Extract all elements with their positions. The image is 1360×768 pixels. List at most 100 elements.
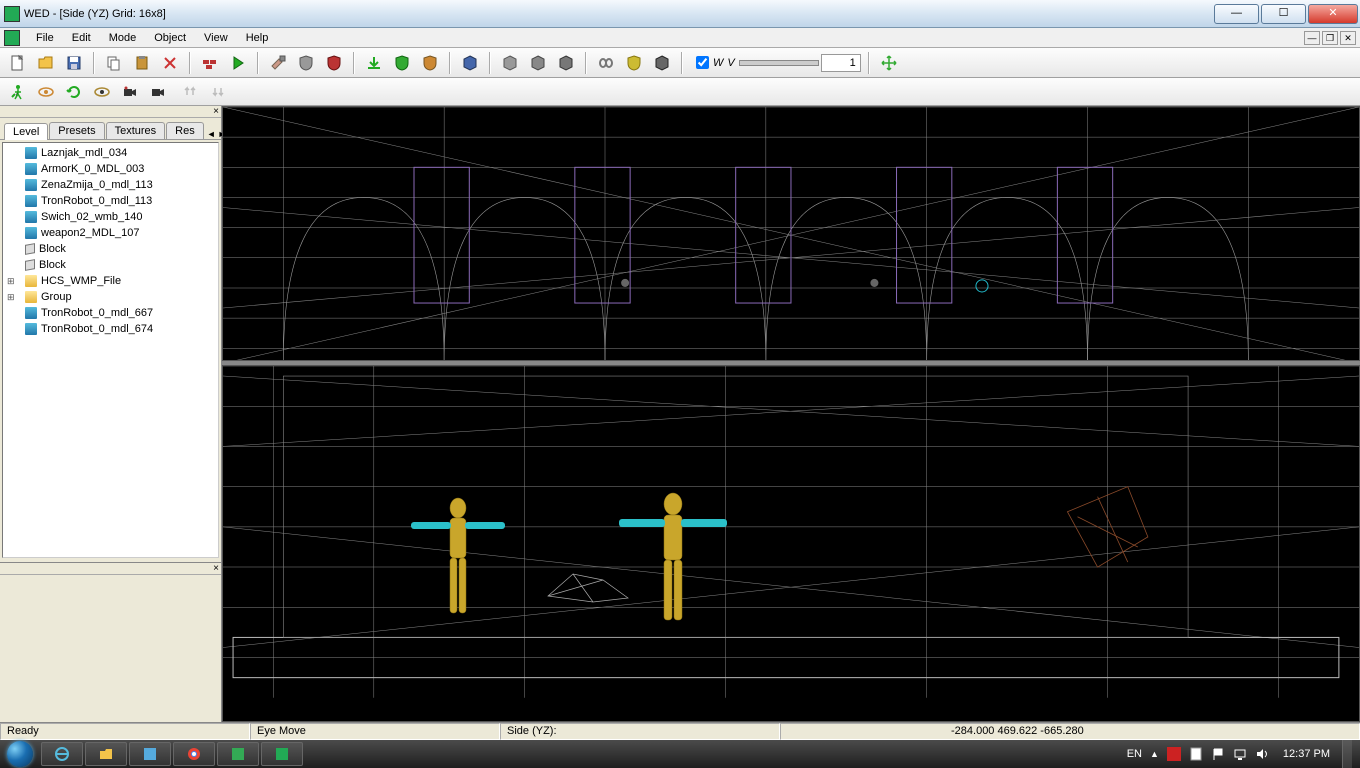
menu-view[interactable]: View: [196, 30, 236, 46]
shield-green-icon[interactable]: [390, 51, 414, 75]
wv-value[interactable]: 1: [821, 54, 861, 72]
mdl-icon: [25, 227, 37, 239]
minimize-button[interactable]: —: [1214, 4, 1259, 24]
hex-dark-icon[interactable]: [650, 51, 674, 75]
import-button[interactable]: [362, 51, 386, 75]
task-app2[interactable]: [217, 742, 259, 766]
wv-checkbox[interactable]: [696, 56, 709, 69]
camera1-icon[interactable]: [118, 80, 142, 104]
tree-item-label: TronRobot_0_mdl_674: [41, 323, 153, 335]
show-desktop-button[interactable]: [1342, 740, 1352, 768]
tree-item-9[interactable]: Group: [5, 289, 216, 305]
tree-item-1[interactable]: ArmorK_0_MDL_003: [5, 161, 216, 177]
task-app1[interactable]: [129, 742, 171, 766]
tree-item-8[interactable]: HCS_WMP_File: [5, 273, 216, 289]
shield-red-icon[interactable]: [322, 51, 346, 75]
humanoid-2: [613, 491, 733, 631]
new-button[interactable]: [6, 51, 30, 75]
mdl-icon: [25, 195, 37, 207]
panel-close-buttonon[interactable]: ×: [0, 106, 221, 118]
tab-textures[interactable]: Textures: [106, 122, 166, 139]
shield-orange-icon[interactable]: [418, 51, 442, 75]
tray-up-icon[interactable]: ▲: [1150, 749, 1159, 759]
build-button[interactable]: [198, 51, 222, 75]
tree-item-label: weapon2_MDL_107: [41, 227, 139, 239]
tree-item-3[interactable]: TronRobot_0_mdl_113: [5, 193, 216, 209]
tree-item-7[interactable]: Block: [5, 257, 216, 273]
arrows-down-icon[interactable]: [206, 80, 230, 104]
hex-gray3-icon[interactable]: [554, 51, 578, 75]
tray-network-icon[interactable]: [1233, 747, 1247, 761]
tree-item-label: ZenaZmija_0_mdl_113: [41, 179, 153, 191]
app-icon: [4, 6, 20, 22]
save-button[interactable]: [62, 51, 86, 75]
tray-lang[interactable]: EN: [1127, 748, 1142, 760]
menu-object[interactable]: Object: [146, 30, 194, 46]
mdi-close-button[interactable]: ✕: [1340, 31, 1356, 45]
wv-slider[interactable]: [739, 60, 819, 66]
tray-flag-icon[interactable]: [1211, 747, 1225, 761]
viewport-bottom[interactable]: [222, 365, 1360, 722]
open-button[interactable]: [34, 51, 58, 75]
tab-res[interactable]: Res: [166, 122, 204, 139]
camera2-icon[interactable]: [146, 80, 170, 104]
task-wed[interactable]: [261, 742, 303, 766]
hammer-icon[interactable]: [266, 51, 290, 75]
tray-action-icon[interactable]: [1189, 747, 1203, 761]
close-button[interactable]: ✕: [1308, 4, 1358, 24]
menu-bar: File Edit Mode Object View Help — ❐ ✕: [0, 28, 1360, 48]
paste-button[interactable]: [130, 51, 154, 75]
menu-edit[interactable]: Edit: [64, 30, 99, 46]
link-icon[interactable]: [594, 51, 618, 75]
hex-gray2-icon[interactable]: [526, 51, 550, 75]
delete-button[interactable]: [158, 51, 182, 75]
tree-item-2[interactable]: ZenaZmija_0_mdl_113: [5, 177, 216, 193]
hex-gray1-icon[interactable]: [498, 51, 522, 75]
maximize-button[interactable]: ☐: [1261, 4, 1306, 24]
start-button[interactable]: [0, 740, 40, 768]
tray-clock[interactable]: 12:37 PM: [1283, 748, 1330, 760]
folder-icon: [25, 275, 37, 287]
mdl-icon: [25, 163, 37, 175]
tree-item-label: ArmorK_0_MDL_003: [41, 163, 144, 175]
tab-scroll-left[interactable]: ◄: [207, 129, 216, 139]
eye2-icon[interactable]: [90, 80, 114, 104]
hex-blue-icon[interactable]: [458, 51, 482, 75]
tree-item-label: Block: [39, 259, 66, 271]
menu-help[interactable]: Help: [238, 30, 277, 46]
tab-level[interactable]: Level: [4, 123, 48, 140]
task-ie[interactable]: [41, 742, 83, 766]
copy-button[interactable]: [102, 51, 126, 75]
tree-item-label: Group: [41, 291, 72, 303]
tree-item-5[interactable]: weapon2_MDL_107: [5, 225, 216, 241]
tree-item-11[interactable]: TronRobot_0_mdl_674: [5, 321, 216, 337]
tray-volume-icon[interactable]: [1255, 747, 1269, 761]
tab-presets[interactable]: Presets: [49, 122, 104, 139]
toolbar-secondary: [0, 78, 1360, 106]
w-label: W: [713, 57, 723, 69]
task-chrome[interactable]: [173, 742, 215, 766]
tree-item-4[interactable]: Swich_02_wmb_140: [5, 209, 216, 225]
mdl-icon: [25, 179, 37, 191]
arrows-up-icon[interactable]: [178, 80, 202, 104]
task-explorer[interactable]: [85, 742, 127, 766]
tree-item-0[interactable]: Laznjak_mdl_034: [5, 145, 216, 161]
run-button[interactable]: [226, 51, 250, 75]
shield-yellow-icon[interactable]: [622, 51, 646, 75]
panel2-close-button[interactable]: ×: [0, 563, 221, 575]
mdi-minimize-button[interactable]: —: [1304, 31, 1320, 45]
viewport-top[interactable]: [222, 106, 1360, 361]
menu-file[interactable]: File: [28, 30, 62, 46]
tree-item-10[interactable]: TronRobot_0_mdl_667: [5, 305, 216, 321]
rotate-icon[interactable]: [62, 80, 86, 104]
tray-ati-icon[interactable]: [1167, 747, 1181, 761]
tree-item-label: Block: [39, 243, 66, 255]
shield-gray-icon[interactable]: [294, 51, 318, 75]
object-tree[interactable]: Laznjak_mdl_034 ArmorK_0_MDL_003 ZenaZmija…: [2, 142, 219, 558]
walk-icon[interactable]: [6, 80, 30, 104]
menu-mode[interactable]: Mode: [101, 30, 145, 46]
mdi-restore-button[interactable]: ❐: [1322, 31, 1338, 45]
tree-item-6[interactable]: Block: [5, 241, 216, 257]
move-icon[interactable]: [877, 51, 901, 75]
eye-icon[interactable]: [34, 80, 58, 104]
